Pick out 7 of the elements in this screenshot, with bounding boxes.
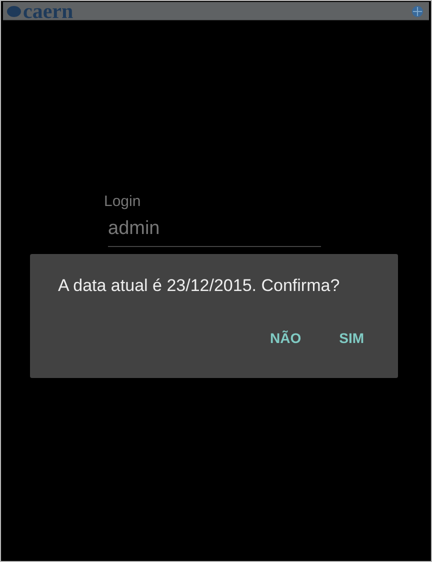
logo-text: caern (23, 2, 74, 20)
dialog-button[interactable]: SIM (329, 326, 374, 350)
dialog-button[interactable]: NÃO (260, 326, 312, 350)
login-field[interactable]: admin (108, 218, 321, 247)
dialog-message: A data atual é 23/12/2015. Confirma? (58, 276, 341, 296)
field-label: Login (104, 193, 142, 210)
logo-icon (7, 6, 21, 16)
